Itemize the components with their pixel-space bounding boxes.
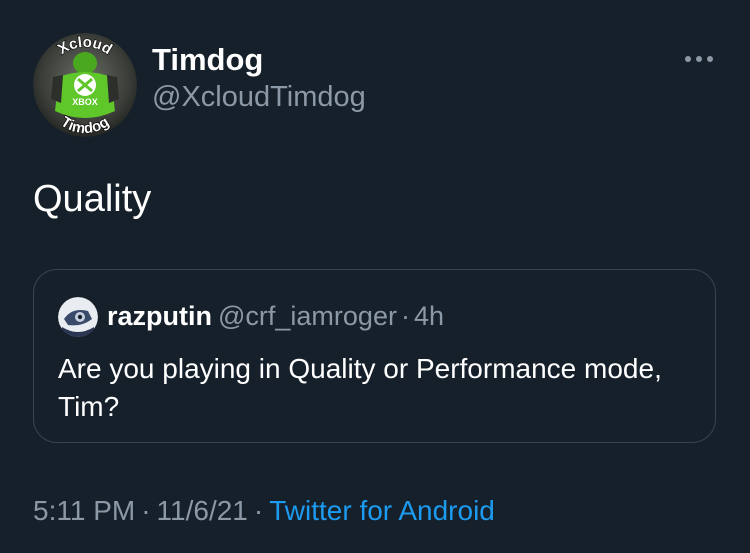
avatar-image: XBOX Xcloud Timdog [33,33,137,137]
avatar-text-mid: XBOX [72,97,98,107]
tweet-text: Quality [33,178,152,220]
quoted-tweet[interactable]: razputin @crf_iamroger · 4h Are you playing… [33,269,716,443]
quoted-author-handle: @crf_iamroger [218,301,397,331]
quoted-text: Are you playing in Quality or Performanc… [58,353,662,422]
tweet-time[interactable]: 5:11 PM [33,495,135,526]
quoted-author-name[interactable]: razputin [107,301,212,331]
tweet-date[interactable]: 11/6/21 [157,495,248,526]
author-name[interactable]: Timdog [152,42,263,78]
more-horizontal-icon[interactable] [683,49,715,69]
author-avatar[interactable]: XBOX Xcloud Timdog [33,33,137,137]
tweet: XBOX Xcloud Timdog Timdog @XcloudTimdog … [0,0,750,553]
author-handle[interactable]: @XcloudTimdog [152,80,366,114]
quoted-timestamp[interactable]: 4h [414,301,444,331]
separator-dot: · [400,301,410,331]
quoted-header: razputin @crf_iamroger · 4h [107,300,444,332]
separator-dot: · [253,495,264,526]
separator-dot: · [141,495,151,526]
quoted-author-avatar[interactable] [58,297,98,337]
tweet-meta: 5:11 PM · 11/6/21 · Twitter for Android [33,494,495,528]
tweet-source-link[interactable]: Twitter for Android [269,495,495,526]
